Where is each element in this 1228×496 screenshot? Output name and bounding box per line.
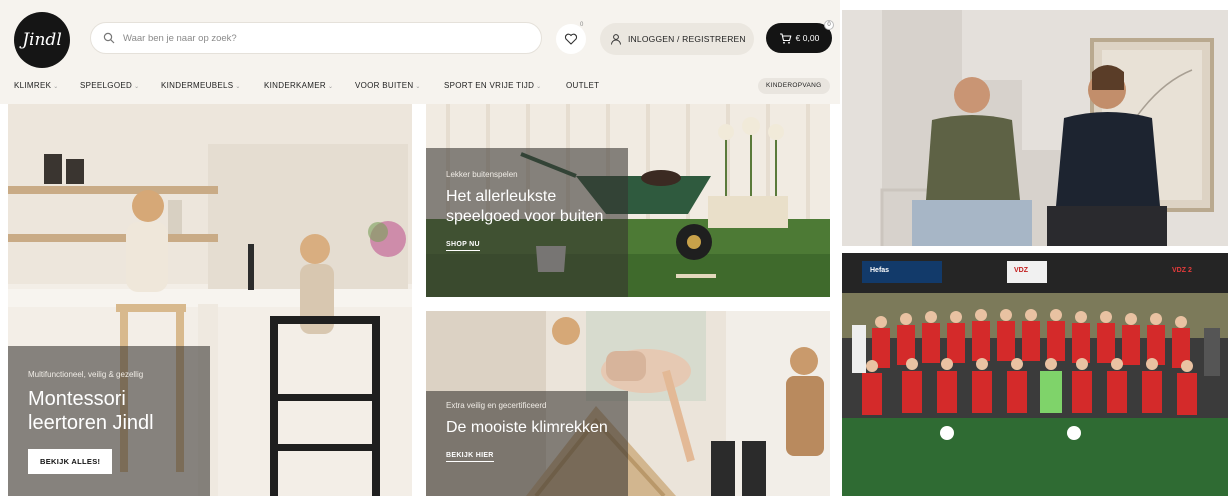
nav-label: KLIMREK [14, 81, 52, 90]
nav-item-kindermeubels[interactable]: KINDERMEUBELS ⌄ [161, 81, 241, 90]
search-icon [103, 32, 115, 44]
nav-label: KINDERMEUBELS [161, 81, 234, 90]
chevron-down-icon: ⌄ [327, 84, 334, 90]
logo-text: Jindl [22, 30, 62, 50]
webshop-screenshot: Jindl 0 INLOGGEN / REGISTREREN € 0,00 0 … [0, 0, 840, 496]
chevron-down-icon: ⌄ [53, 84, 59, 90]
bekijk-hier-link[interactable]: BEKIJK HIER [446, 452, 494, 462]
banner-title: Het allerleukste speelgoed voor buiten [446, 188, 604, 225]
banner-overlay: Multifunctioneel, veilig & gezellig Mont… [8, 346, 210, 496]
heart-icon [564, 33, 578, 45]
football-team-photo: Hefas VDZ VDZ 2 [842, 253, 1228, 496]
banner-outdoor-toys[interactable]: Lekker buitenspelen Het allerleukste spe… [426, 104, 830, 297]
nav-item-outlet[interactable]: OUTLET [566, 81, 599, 90]
cart-button[interactable]: € 0,00 [766, 23, 832, 53]
banner-overlay: Lekker buitenspelen Het allerleukste spe… [426, 148, 628, 297]
shop-nu-link[interactable]: SHOP NU [446, 241, 480, 251]
nav-item-sport-en-vrije-tijd[interactable]: SPORT EN VRIJE TIJD ⌄ [444, 81, 542, 90]
cart-icon [779, 32, 792, 44]
main-navigation: KLIMREK ⌄ SPEELGOED ⌄ KINDERMEUBELS ⌄ KINDE… [0, 78, 840, 96]
banner-subtitle: Lekker buitenspelen [446, 170, 518, 179]
banner-learning-tower[interactable]: Multifunctioneel, veilig & gezellig Mont… [8, 104, 412, 496]
chevron-down-icon: ⌄ [536, 84, 542, 90]
chevron-down-icon: ⌄ [134, 84, 140, 90]
user-icon [611, 34, 621, 45]
bekijk-alles-button[interactable]: BEKIJK ALLES! [28, 449, 113, 474]
site-header: Jindl 0 INLOGGEN / REGISTREREN € 0,00 0 … [0, 0, 840, 104]
sponsor-logo-mid: VDZ [1014, 267, 1028, 274]
banner-title: De mooiste klimrekken [446, 419, 608, 436]
banner-title: Montessori leertoren Jindl [28, 388, 154, 434]
nav-item-kinderkamer[interactable]: KINDERKAMER ⌄ [264, 81, 333, 90]
team-image [842, 253, 1228, 496]
nav-label: SPORT EN VRIJE TIJD [444, 81, 535, 90]
wishlist-button[interactable] [556, 24, 586, 54]
banner-subtitle: Extra veilig en gecertificeerd [446, 401, 547, 410]
banner-climbing-frames[interactable]: Extra veilig en gecertificeerd De mooist… [426, 311, 830, 496]
nav-label: OUTLET [566, 81, 600, 90]
nav-pill-kinderopvang[interactable]: KINDEROPVANG [758, 78, 830, 94]
nav-item-speelgoed[interactable]: SPEELGOED ⌄ [80, 81, 139, 90]
banner-subtitle: Multifunctioneel, veilig & gezellig [28, 370, 144, 379]
nav-label: VOOR BUITEN [355, 81, 414, 90]
wishlist-count: 0 [580, 22, 584, 28]
chevron-down-icon: ⌄ [415, 84, 421, 90]
login-label: INLOGGEN / REGISTREREN [628, 34, 746, 44]
nav-item-klimrek[interactable]: KLIMREK ⌄ [14, 81, 59, 90]
sponsor-logo-left: Hefas [870, 267, 890, 274]
two-men-on-stairs-image [842, 10, 1228, 246]
search-input[interactable] [123, 32, 523, 44]
chevron-down-icon: ⌄ [235, 84, 241, 90]
cart-count-badge: 0 [824, 20, 834, 30]
login-register-button[interactable]: INLOGGEN / REGISTREREN [600, 23, 754, 55]
cart-total: € 0,00 [795, 33, 820, 43]
banner-overlay: Extra veilig en gecertificeerd De mooist… [426, 391, 628, 496]
search-bar[interactable] [90, 22, 542, 54]
nav-label: SPEELGOED [80, 81, 133, 90]
nav-label: KINDERKAMER [264, 81, 326, 90]
nav-item-voor-buiten[interactable]: VOOR BUITEN ⌄ [355, 81, 421, 90]
founders-photo [842, 10, 1228, 246]
jindl-logo[interactable]: Jindl [14, 12, 70, 68]
sponsor-logo-right: VDZ 2 [1172, 267, 1192, 274]
